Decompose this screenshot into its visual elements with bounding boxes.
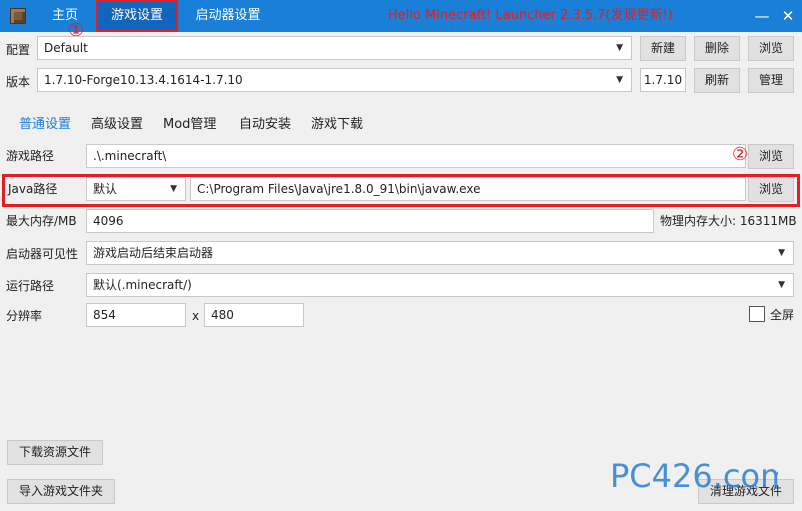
download-assets-button[interactable]: 下载资源文件	[7, 440, 103, 465]
subtab-game-download[interactable]: 游戏下载	[311, 116, 363, 134]
resolution-separator: x	[192, 309, 200, 323]
profile-select[interactable]: Default ▼	[37, 36, 632, 60]
new-profile-button[interactable]: 新建	[640, 36, 686, 61]
version-select[interactable]: 1.7.10-Forge10.13.4.1614-1.7.10 ▼	[37, 68, 632, 92]
dropdown-arrow-icon: ▼	[778, 280, 785, 290]
minecraft-block-icon	[10, 8, 26, 24]
close-button[interactable]: ✕	[774, 0, 802, 32]
run-path-value: 默认(.minecraft/)	[93, 278, 192, 292]
manage-button[interactable]: 管理	[748, 68, 794, 93]
memory-label: 最大内存/MB	[6, 214, 77, 228]
resolution-height-input[interactable]: 480	[204, 303, 304, 327]
fullscreen-label: 全屏	[770, 308, 795, 322]
fullscreen-checkbox[interactable]	[749, 306, 765, 322]
visibility-select[interactable]: 游戏启动后结束启动器 ▼	[86, 241, 794, 265]
subtab-mod-manage[interactable]: Mod管理	[163, 116, 216, 134]
resolution-width-input[interactable]: 854	[86, 303, 186, 327]
profile-label: 配置	[6, 43, 31, 57]
browse-profile-button[interactable]: 浏览	[748, 36, 794, 61]
physical-memory-text: 物理内存大小: 16311MB	[660, 214, 797, 228]
run-path-label: 运行路径	[6, 279, 55, 293]
game-path-label: 游戏路径	[6, 149, 55, 163]
resolution-label: 分辨率	[6, 309, 43, 323]
watermark-logo: PC426.com	[610, 457, 778, 495]
delete-profile-button[interactable]: 删除	[694, 36, 740, 61]
refresh-button[interactable]: 刷新	[694, 68, 740, 93]
version-value: 1.7.10-Forge10.13.4.1614-1.7.10	[44, 73, 243, 87]
browse-game-path-button[interactable]: 浏览	[748, 144, 794, 169]
dropdown-arrow-icon: ▼	[616, 75, 623, 85]
tab-game-settings[interactable]: 游戏设置	[96, 0, 178, 32]
version-short-field: 1.7.10	[640, 68, 686, 92]
memory-input[interactable]: 4096	[86, 209, 654, 233]
title-bar: 主页 游戏设置 启动器设置 Hello Minecraft! Launcher …	[0, 0, 802, 32]
subtab-advanced[interactable]: 高级设置	[91, 116, 143, 134]
dropdown-arrow-icon: ▼	[778, 248, 785, 258]
subtab-auto-install[interactable]: 自动安装	[239, 116, 291, 134]
highlight-box	[96, 0, 178, 32]
import-folder-button[interactable]: 导入游戏文件夹	[7, 479, 115, 504]
window-title: Hello Minecraft! Launcher 2.3.5.7(发现更新!)	[388, 8, 673, 23]
minimize-button[interactable]: —	[748, 0, 776, 32]
run-path-select[interactable]: 默认(.minecraft/) ▼	[86, 273, 794, 297]
game-path-input[interactable]: .\.minecraft\	[86, 144, 746, 168]
subtab-general[interactable]: 普通设置	[19, 116, 71, 134]
tab-launcher-settings[interactable]: 启动器设置	[186, 0, 270, 32]
profile-value: Default	[44, 41, 88, 55]
dropdown-arrow-icon: ▼	[616, 43, 623, 53]
visibility-label: 启动器可见性	[6, 247, 79, 261]
visibility-value: 游戏启动后结束启动器	[93, 246, 214, 260]
watermark-text: PC426.com	[610, 457, 778, 495]
version-label: 版本	[6, 75, 31, 89]
highlight-box	[2, 174, 800, 207]
annotation-marker-2: ②	[732, 144, 749, 165]
